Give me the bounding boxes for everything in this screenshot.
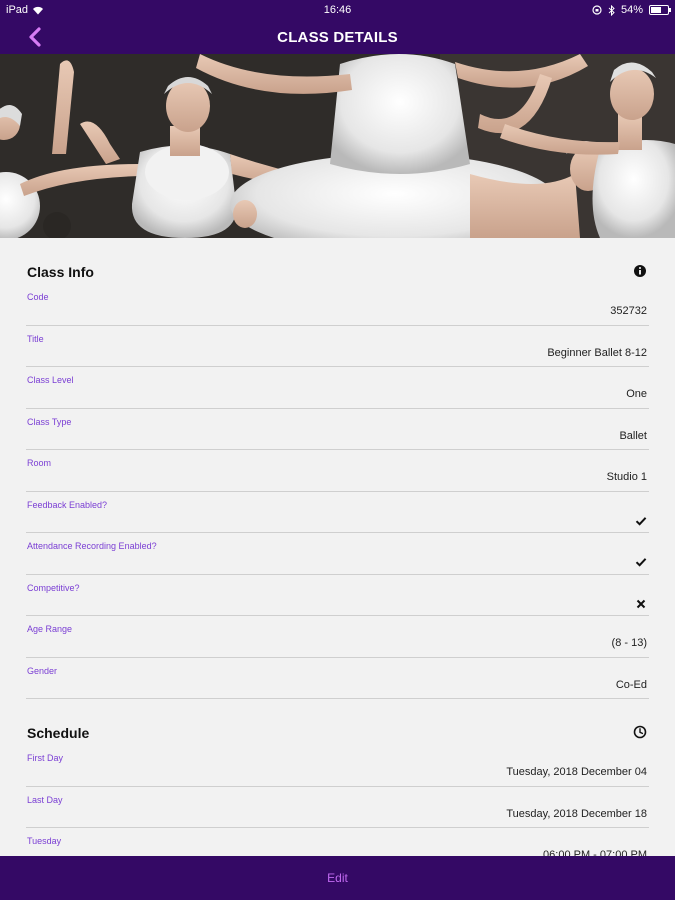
nav-bar: CLASS DETAILS — [0, 20, 675, 54]
clock-icon[interactable] — [633, 725, 647, 739]
battery-percent: 54% — [620, 4, 643, 16]
field-value: Studio 1 — [606, 471, 647, 483]
field-feedback-enabled: Feedback Enabled? — [26, 492, 649, 533]
field-competitive: Competitive? — [26, 575, 649, 616]
checkmark-icon — [635, 558, 647, 567]
info-icon[interactable] — [633, 264, 647, 278]
field-tuesday: Tuesday 06:00 PM - 07:00 PM — [26, 828, 649, 856]
field-attendance-recording-enabled: Attendance Recording Enabled? — [26, 533, 649, 575]
schedule-fields: First Day Tuesday, 2018 December 04 Last D… — [0, 745, 675, 856]
field-label: Age Range — [27, 624, 73, 634]
field-label: Tuesday — [27, 836, 62, 846]
field-label: Title — [27, 333, 44, 344]
field-value: Ballet — [619, 429, 647, 442]
field-title: Title Beginner Ballet 8-12 — [26, 326, 649, 367]
field-label: Competitive? — [27, 582, 80, 593]
bottom-toolbar: Edit — [0, 856, 675, 900]
field-code: Code 352732 — [26, 284, 649, 326]
field-class-level: Class Level One — [26, 367, 649, 409]
class-details-content[interactable]: Class Info Code 352732 Title Beginner Balle… — [0, 238, 675, 856]
field-class-type: Class Type Ballet — [26, 409, 649, 450]
ballet-dancers-image — [0, 54, 675, 238]
field-label: Feedback Enabled? — [27, 499, 108, 510]
field-label: Gender — [27, 665, 58, 676]
field-value: One — [626, 388, 647, 400]
checkmark-icon — [635, 516, 647, 526]
field-value: Co-Ed — [615, 678, 647, 691]
field-first-day: First Day Tuesday, 2018 December 04 — [26, 745, 649, 787]
field-label: Attendance Recording Enabled? — [27, 541, 157, 551]
field-room: Room Studio 1 — [26, 450, 649, 492]
field-gender: Gender Co-Ed — [26, 658, 649, 699]
field-value: Tuesday, 2018 December 04 — [506, 766, 647, 778]
bluetooth-icon — [608, 4, 615, 16]
cross-icon — [636, 599, 646, 608]
class-info-fields: Code 352732 Title Beginner Ballet 8-12 Class… — [0, 284, 675, 699]
field-last-day: Last Day Tuesday, 2018 December 18 — [26, 787, 649, 828]
class-hero-image — [0, 54, 675, 238]
class-info-title: Class Info — [27, 264, 94, 280]
field-label: Code — [27, 292, 49, 302]
field-label: Class Type — [27, 416, 72, 427]
field-value: Beginner Ballet 8-12 — [547, 346, 647, 359]
status-bar: iPad 16:46 54% — [0, 0, 675, 20]
field-age-range: Age Range (8 - 13) — [26, 616, 649, 658]
field-value: 352732 — [610, 305, 647, 317]
schedule-title: Schedule — [27, 725, 90, 741]
field-label: First Day — [27, 753, 63, 763]
battery-icon — [649, 5, 671, 15]
orientation-lock-icon — [592, 5, 602, 15]
field-value: Tuesday, 2018 December 18 — [506, 807, 647, 820]
field-label: Room — [27, 458, 52, 468]
schedule-header: Schedule — [26, 699, 649, 745]
class-info-header: Class Info — [26, 238, 649, 284]
field-label: Last Day — [27, 794, 63, 805]
field-value: (8 - 13) — [611, 637, 647, 649]
status-time: 16:46 — [323, 4, 352, 16]
field-value: 06:00 PM - 07:00 PM — [543, 849, 647, 856]
edit-button[interactable]: Edit — [327, 871, 348, 885]
page-title: CLASS DETAILS — [277, 29, 398, 46]
field-label: Class Level — [27, 375, 74, 385]
